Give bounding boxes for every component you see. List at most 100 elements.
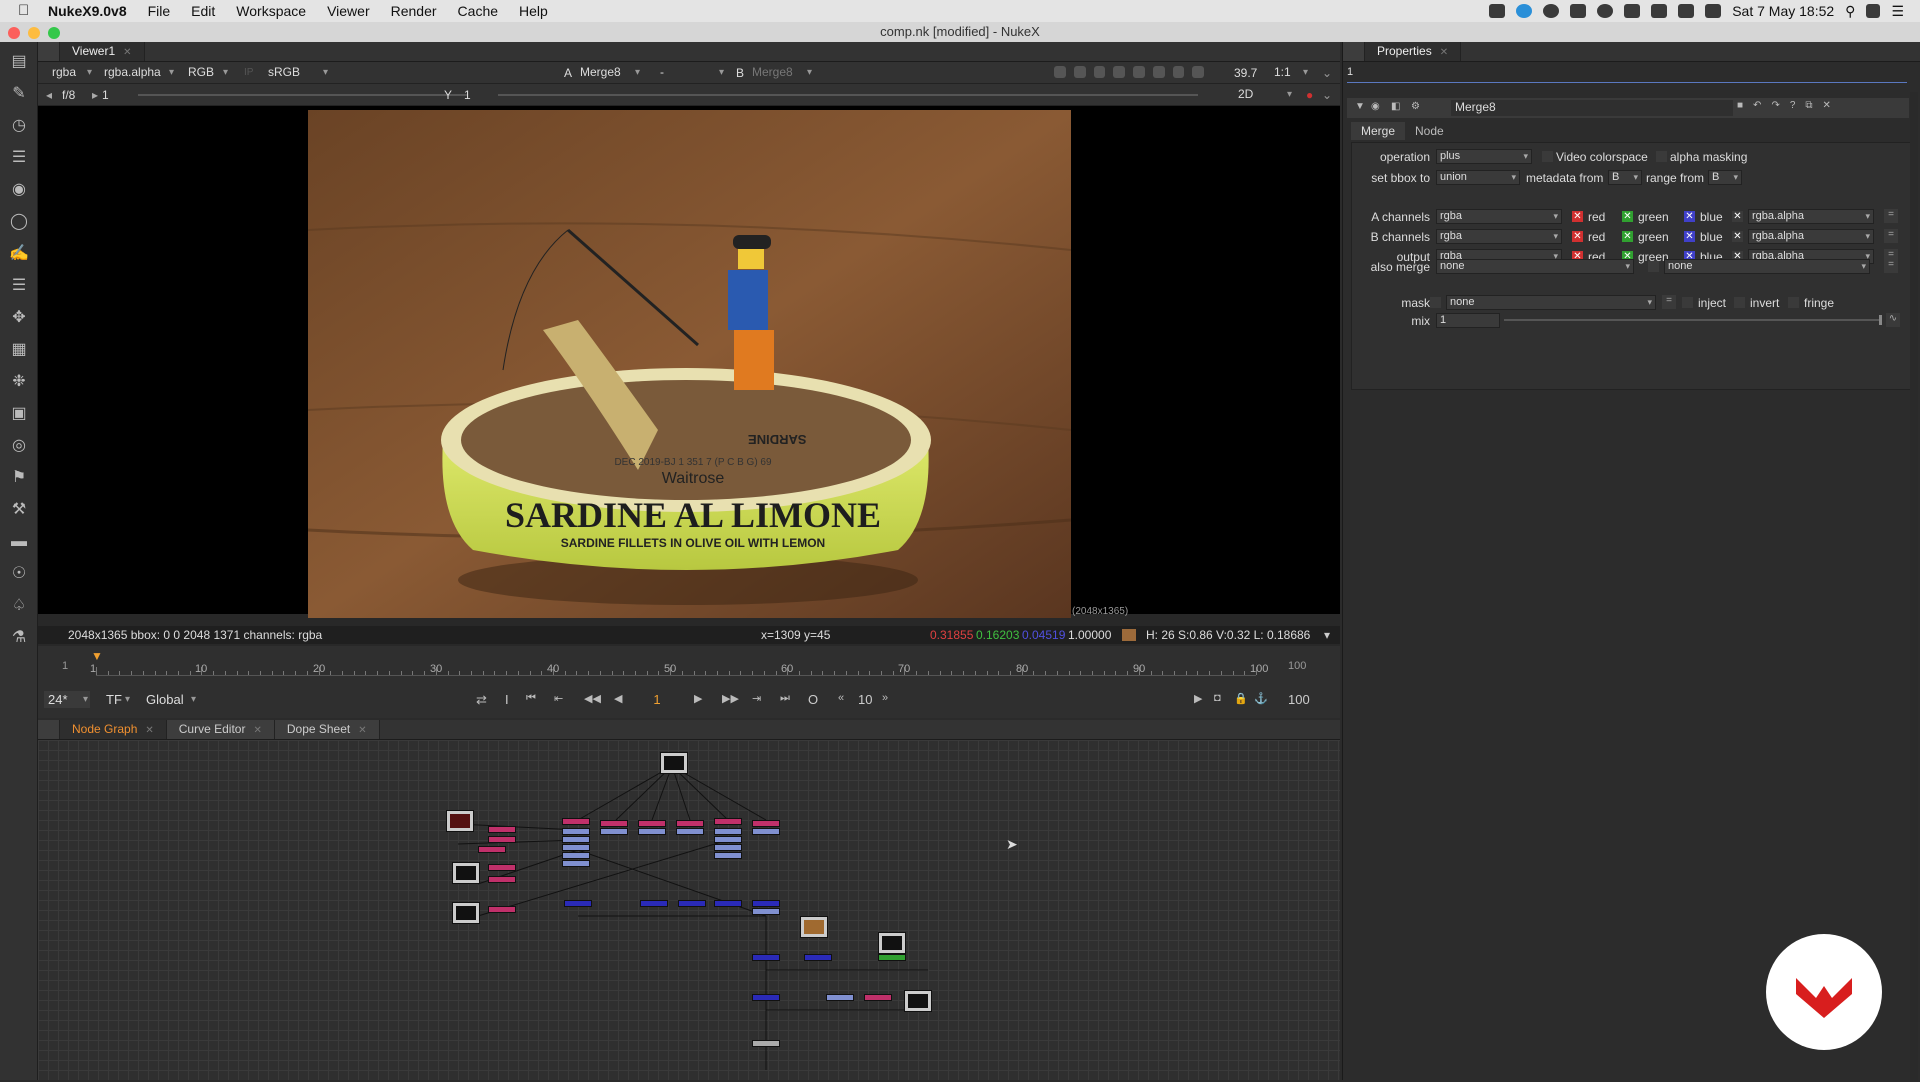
- close-icon[interactable]: ✕: [1440, 47, 1448, 58]
- panel-menu-icon[interactable]: [38, 720, 60, 739]
- graph-node[interactable]: [752, 994, 780, 1001]
- close-window-button[interactable]: [8, 27, 20, 39]
- read-node[interactable]: [452, 862, 480, 884]
- graph-node[interactable]: [804, 954, 832, 961]
- float-icon[interactable]: ◧: [1391, 101, 1400, 112]
- composite-op-dropdown[interactable]: -: [656, 64, 726, 81]
- first-frame-icon[interactable]: ⏮: [526, 692, 536, 705]
- menu-file[interactable]: File: [148, 3, 171, 19]
- roi-icon[interactable]: [1054, 66, 1066, 78]
- skype-icon[interactable]: [1516, 4, 1533, 18]
- graph-node[interactable]: [714, 900, 742, 907]
- cache-icon[interactable]: ⚓: [1254, 692, 1268, 705]
- viewer-menu-chevron-icon[interactable]: ⌄: [1322, 66, 1332, 80]
- channel-set-dropdown[interactable]: rgba: [1436, 229, 1562, 244]
- play-backward-icon[interactable]: ◀: [614, 692, 622, 705]
- particles-tools-icon[interactable]: ❉: [9, 372, 29, 392]
- view-mode-dropdown[interactable]: 2D: [1234, 86, 1294, 103]
- info-menu-chevron-icon[interactable]: ▾: [1324, 626, 1330, 644]
- timecode-dropdown[interactable]: TF: [102, 691, 132, 708]
- playhead-marker-icon[interactable]: ▼: [91, 649, 103, 663]
- collapse-icon[interactable]: ▼: [1355, 101, 1365, 112]
- refresh-icon[interactable]: [1152, 66, 1165, 78]
- red-channel-checkbox[interactable]: ✕: [1572, 211, 1583, 222]
- tab-viewer1[interactable]: Viewer1 ✕: [60, 42, 145, 61]
- also-merge-dropdown[interactable]: none: [1436, 259, 1634, 274]
- views-tools-icon[interactable]: ◎: [9, 436, 29, 456]
- prev-keyframe-icon[interactable]: ⇤: [554, 692, 563, 705]
- close-icon[interactable]: ✕: [145, 725, 153, 736]
- alpha-channel-checkbox[interactable]: ✕: [1732, 211, 1743, 222]
- pause-icon[interactable]: [1192, 66, 1204, 78]
- close-node-icon[interactable]: ✕: [1823, 100, 1831, 111]
- step-field[interactable]: 10: [858, 692, 872, 707]
- graph-node[interactable]: [564, 900, 592, 907]
- channels-dropdown[interactable]: rgba: [48, 64, 94, 81]
- video-colorspace-checkbox[interactable]: [1542, 151, 1553, 162]
- menu-render[interactable]: Render: [391, 3, 437, 19]
- graph-node[interactable]: [562, 836, 590, 843]
- 3d-tools-icon[interactable]: ▦: [9, 340, 29, 360]
- mask-link-icon[interactable]: =: [1662, 295, 1676, 309]
- spotlight-icon[interactable]: ⚲: [1845, 3, 1855, 20]
- fringe-checkbox[interactable]: [1788, 297, 1799, 308]
- gamma-field[interactable]: 1: [464, 88, 471, 102]
- inject-checkbox[interactable]: [1682, 297, 1693, 308]
- menu-viewer[interactable]: Viewer: [327, 3, 370, 19]
- viewer-canvas[interactable]: DEC 2019-BJ 1 351 7 (P C B G) 69 Waitros…: [38, 106, 1340, 618]
- link-channel-icon[interactable]: =: [1884, 259, 1898, 273]
- graph-node[interactable]: [714, 818, 742, 825]
- animation-menu-icon[interactable]: ∿: [1886, 313, 1900, 327]
- fstop-value[interactable]: f/8: [62, 88, 75, 102]
- graph-node[interactable]: [752, 954, 780, 961]
- close-icon[interactable]: ✕: [123, 47, 131, 58]
- app-menu[interactable]: NukeX9.0v8: [48, 3, 127, 19]
- furnace-tools-icon[interactable]: ☉: [9, 564, 29, 584]
- graph-node[interactable]: [752, 820, 780, 827]
- alpha-masking-checkbox[interactable]: [1656, 151, 1667, 162]
- tab-merge[interactable]: Merge: [1351, 122, 1406, 140]
- link-channel-icon[interactable]: =: [1884, 229, 1898, 243]
- graph-node[interactable]: [638, 820, 666, 827]
- graph-node[interactable]: [488, 826, 516, 833]
- toolsets-icon[interactable]: ⚒: [9, 500, 29, 520]
- graph-node[interactable]: [562, 852, 590, 859]
- graph-node[interactable]: [488, 864, 516, 871]
- node-info-icon[interactable]: ◉: [1371, 101, 1380, 112]
- alpha-channel-dropdown[interactable]: rgba.alpha: [1748, 209, 1874, 224]
- airdrop-icon[interactable]: [1570, 4, 1587, 18]
- alpha-channel-checkbox[interactable]: ✕: [1732, 231, 1743, 242]
- b-input-dropdown[interactable]: Merge8: [748, 64, 814, 81]
- viewer-menu2-chevron-icon[interactable]: ⌄: [1322, 88, 1332, 102]
- fstop-decrement-icon[interactable]: ◂: [46, 88, 52, 102]
- menu-help[interactable]: Help: [519, 3, 548, 19]
- wipe-icon[interactable]: [1113, 66, 1125, 78]
- settings-icon[interactable]: ⚙: [1411, 101, 1420, 112]
- notification-icon[interactable]: ☰: [1891, 3, 1904, 20]
- graph-node[interactable]: [714, 844, 742, 851]
- proxy-ratio-dropdown[interactable]: 1:1: [1270, 64, 1310, 81]
- apple-icon[interactable]: : [18, 3, 34, 19]
- graph-node[interactable]: [488, 876, 516, 883]
- settings-icon[interactable]: [1172, 66, 1185, 78]
- mask-dropdown[interactable]: none: [1446, 295, 1656, 310]
- step-back-icon[interactable]: «: [838, 692, 844, 704]
- last-frame-icon[interactable]: ⏭: [780, 692, 790, 705]
- red-channel-checkbox[interactable]: ✕: [1572, 231, 1583, 242]
- read-node[interactable]: [452, 902, 480, 924]
- screen-icon[interactable]: [1489, 4, 1506, 18]
- pause-render-icon[interactable]: ●: [1306, 88, 1313, 102]
- graph-node[interactable]: [562, 818, 590, 825]
- graph-node[interactable]: [600, 820, 628, 827]
- green-channel-checkbox[interactable]: ✕: [1622, 231, 1633, 242]
- graph-node[interactable]: [752, 1040, 780, 1047]
- prev-frame-icon[interactable]: ◀◀: [584, 692, 601, 705]
- bbox-dropdown[interactable]: union: [1436, 170, 1520, 185]
- graph-node[interactable]: [714, 828, 742, 835]
- display-icon[interactable]: [1624, 4, 1641, 18]
- range-dropdown[interactable]: Global: [142, 691, 198, 708]
- metadata-dropdown[interactable]: B: [1608, 170, 1642, 185]
- max-panels-field[interactable]: 1: [1347, 66, 1353, 78]
- read-node[interactable]: [904, 990, 932, 1012]
- time-tools-icon[interactable]: ◷: [9, 116, 29, 136]
